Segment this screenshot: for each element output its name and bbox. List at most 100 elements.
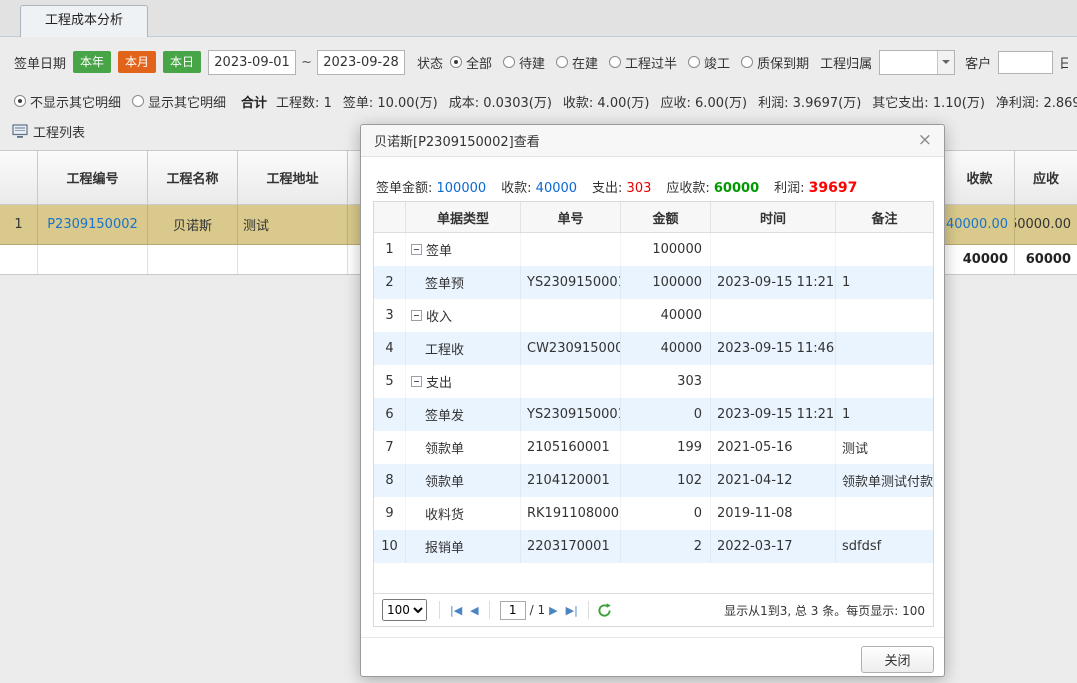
project-owner-select[interactable] bbox=[879, 50, 955, 75]
doc-type-cell: 签单预 bbox=[406, 266, 521, 299]
last-page-button[interactable]: ▶| bbox=[566, 604, 578, 617]
doc-number-cell: CW2309150001 bbox=[521, 332, 621, 365]
status-radio-option[interactable]: 竣工 bbox=[688, 53, 730, 72]
collapse-icon[interactable] bbox=[411, 310, 422, 321]
quick-filter-month-button[interactable]: 本月 bbox=[118, 51, 156, 73]
header-doc-type[interactable]: 单据类型 bbox=[406, 202, 521, 232]
time-cell: 2022-03-17 bbox=[711, 530, 836, 563]
header-project-code[interactable]: 工程编号 bbox=[38, 151, 148, 204]
document-row[interactable]: 1签单100000 bbox=[374, 233, 933, 266]
document-row[interactable]: 6签单发YS230915000102023-09-15 11:211 bbox=[374, 398, 933, 431]
document-link[interactable]: YS2309150001 bbox=[527, 407, 621, 422]
document-link[interactable]: 2104120001 bbox=[527, 473, 610, 488]
dialog-summary: 签单金额: 100000收款: 40000支出: 303应收款: 60000利润… bbox=[376, 175, 930, 197]
amount-cell: 303 bbox=[621, 365, 711, 398]
first-page-button[interactable]: |◀ bbox=[450, 604, 462, 617]
modal-summary-item: 利润: 39697 bbox=[774, 177, 857, 196]
time-cell: 2021-04-12 bbox=[711, 464, 836, 497]
note-cell bbox=[836, 497, 933, 530]
clipped-label: 日 bbox=[1059, 53, 1068, 72]
tab-project-cost-analysis[interactable]: 工程成本分析 bbox=[20, 5, 148, 37]
header-project-address[interactable]: 工程地址 bbox=[238, 151, 348, 204]
time-cell bbox=[711, 233, 836, 266]
close-icon[interactable]: × bbox=[916, 132, 934, 149]
pager-info: 显示从1到3, 总 3 条。每页显示: 100 bbox=[724, 602, 925, 619]
document-link[interactable]: CW2309150001 bbox=[527, 341, 621, 356]
header-receivable[interactable]: 应收 bbox=[1015, 151, 1077, 204]
header-rownum bbox=[0, 151, 38, 204]
document-link[interactable]: RK1911080002 bbox=[527, 506, 621, 521]
amount-cell: 199 bbox=[621, 431, 711, 464]
refresh-icon[interactable] bbox=[597, 603, 612, 618]
document-link[interactable]: 2203170001 bbox=[527, 539, 610, 554]
dialog-footer: 关闭 bbox=[361, 637, 944, 676]
dialog-titlebar[interactable]: 贝诺斯[P2309150002]查看 × bbox=[361, 125, 944, 157]
chevron-down-icon[interactable] bbox=[937, 51, 954, 74]
document-link[interactable]: 2105160001 bbox=[527, 440, 610, 455]
customer-input[interactable] bbox=[998, 51, 1053, 74]
quick-filter-year-button[interactable]: 本年 bbox=[73, 51, 111, 73]
doc-type-cell: 收入 bbox=[406, 299, 521, 332]
status-radio-option[interactable]: 待建 bbox=[503, 53, 545, 72]
document-row[interactable]: 10报销单220317000122022-03-17sdfdsf bbox=[374, 530, 933, 563]
time-cell: 2023-09-15 11:21 bbox=[711, 266, 836, 299]
doc-type-cell: 领款单 bbox=[406, 464, 521, 497]
header-doc-number[interactable]: 单号 bbox=[521, 202, 621, 232]
page-number-input[interactable] bbox=[500, 601, 526, 620]
note-cell bbox=[836, 299, 933, 332]
summary-stat: 利润: 3.9697(万) bbox=[758, 92, 861, 111]
status-radio-option[interactable]: 工程过半 bbox=[609, 53, 677, 72]
header-note[interactable]: 备注 bbox=[836, 202, 933, 232]
page-size-select[interactable]: 100 bbox=[382, 599, 427, 621]
header-time[interactable]: 时间 bbox=[711, 202, 836, 232]
header-received[interactable]: 收款 bbox=[945, 151, 1015, 204]
project-code-link[interactable]: P2309150002 bbox=[47, 217, 138, 232]
detail-radio-option[interactable]: 显示其它明细 bbox=[132, 92, 226, 111]
date-to-input[interactable] bbox=[317, 50, 405, 75]
quick-filter-day-button[interactable]: 本日 bbox=[163, 51, 201, 73]
quick-date-buttons: 本年本月本日 bbox=[73, 51, 208, 73]
collapse-icon[interactable] bbox=[411, 376, 422, 387]
date-from-input[interactable] bbox=[208, 50, 296, 75]
receivable-cell: 60000.00 bbox=[1015, 205, 1077, 244]
doc-type-cell: 工程收 bbox=[406, 332, 521, 365]
detail-radio-group: 不显示其它明细 显示其它明细 bbox=[14, 92, 237, 111]
document-row[interactable]: 3收入40000 bbox=[374, 299, 933, 332]
document-row[interactable]: 5支出303 bbox=[374, 365, 933, 398]
status-radio-label: 在建 bbox=[572, 53, 598, 72]
header-project-name[interactable]: 工程名称 bbox=[148, 151, 238, 204]
detail-dialog: 贝诺斯[P2309150002]查看 × 签单金额: 100000收款: 400… bbox=[360, 124, 945, 677]
radio-icon bbox=[688, 56, 700, 68]
detail-radio-label: 显示其它明细 bbox=[148, 92, 226, 111]
project-code-cell: P2309150002 bbox=[38, 205, 148, 244]
status-radio-option[interactable]: 全部 bbox=[450, 53, 492, 72]
document-row[interactable]: 9收料货RK191108000202019-11-08 bbox=[374, 497, 933, 530]
document-row[interactable]: 2签单预YS23091500011000002023-09-15 11:211 bbox=[374, 266, 933, 299]
header-amount[interactable]: 金额 bbox=[621, 202, 711, 232]
radio-icon bbox=[450, 56, 462, 68]
document-link[interactable]: YS2309150001 bbox=[527, 275, 621, 290]
list-section-title: 工程列表 bbox=[33, 122, 85, 141]
document-row[interactable]: 7领款单21051600011992021-05-16测试 bbox=[374, 431, 933, 464]
note-cell: 1 bbox=[836, 266, 933, 299]
document-row[interactable]: 8领款单21041200011022021-04-12领款单测试付款 bbox=[374, 464, 933, 497]
collapse-icon[interactable] bbox=[411, 244, 422, 255]
document-row[interactable]: 4工程收CW2309150001400002023-09-15 11:46 bbox=[374, 332, 933, 365]
close-button[interactable]: 关闭 bbox=[861, 646, 934, 673]
summary-receivable: 60000 bbox=[1015, 245, 1077, 274]
summary-stat: 成本: 0.0303(万) bbox=[449, 92, 552, 111]
next-page-button[interactable]: ▶ bbox=[549, 604, 557, 617]
radio-icon bbox=[14, 95, 26, 107]
status-radio-option[interactable]: 质保到期 bbox=[741, 53, 809, 72]
modal-summary-item: 收款: 40000 bbox=[501, 177, 577, 196]
status-radio-label: 竣工 bbox=[704, 53, 730, 72]
row-number: 6 bbox=[374, 398, 406, 431]
status-radio-option[interactable]: 在建 bbox=[556, 53, 598, 72]
row-number: 5 bbox=[374, 365, 406, 398]
detail-radio-option[interactable]: 不显示其它明细 bbox=[14, 92, 121, 111]
header-rownum bbox=[374, 202, 406, 232]
list-section-header: 工程列表 bbox=[12, 120, 85, 142]
radio-icon bbox=[741, 56, 753, 68]
row-number: 9 bbox=[374, 497, 406, 530]
prev-page-button[interactable]: ◀ bbox=[470, 604, 478, 617]
